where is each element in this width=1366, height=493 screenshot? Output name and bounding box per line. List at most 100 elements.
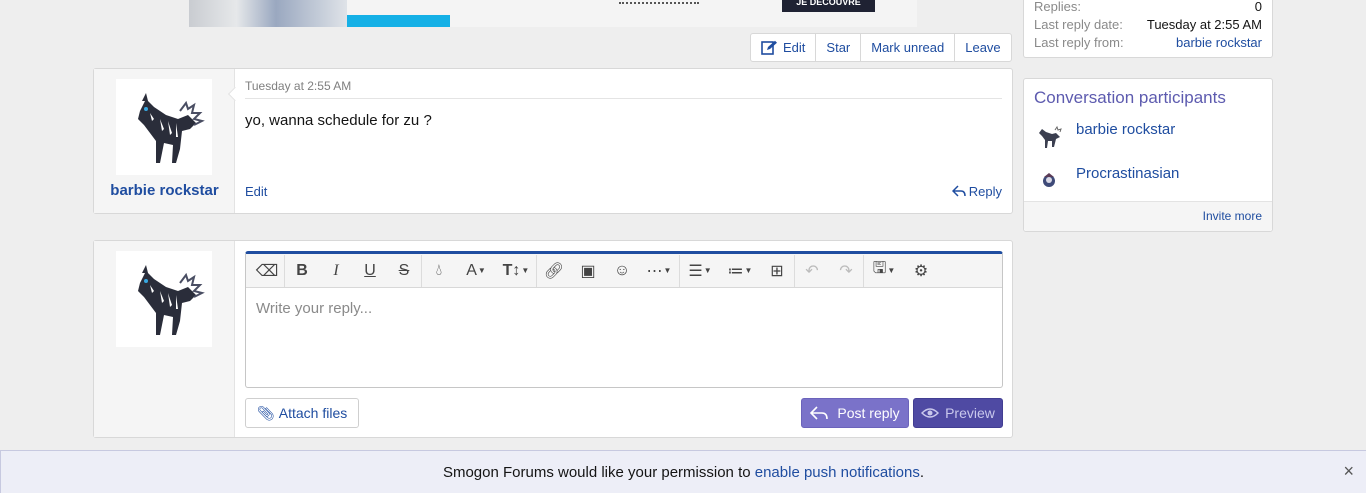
insert-link-button[interactable]: 🔗︎	[537, 255, 571, 287]
underline-button[interactable]: U	[353, 255, 387, 287]
ad-accent-bar	[347, 15, 450, 27]
eye-icon	[921, 408, 940, 418]
invite-more-link[interactable]: Invite more	[1203, 209, 1262, 223]
info-row-last-reply-date: Last reply date: Tuesday at 2:55 AM	[1034, 18, 1262, 36]
text-height-icon: T↕	[502, 261, 521, 279]
post-reply-label: Post reply	[837, 405, 900, 421]
mark-unread-label: Mark unread	[871, 40, 945, 55]
last-reply-user-link[interactable]: barbie rockstar	[1176, 36, 1262, 54]
reply-icon	[810, 405, 829, 420]
ad-text-fragment	[619, 0, 699, 4]
participants-title: Conversation participants	[1034, 88, 1226, 107]
conversation-participants-box: Conversation participants barbie rocksta…	[1023, 78, 1273, 232]
redo-button[interactable]: ↷	[829, 255, 863, 287]
preview-label: Preview	[945, 405, 995, 421]
insert-table-button[interactable]: ⊞	[760, 255, 794, 287]
droplet-icon: 💧︎	[435, 261, 443, 279]
conversation-action-bar: Edit Star Mark unread Leave	[750, 33, 1012, 62]
editor-settings-button[interactable]: ⚙	[904, 255, 938, 287]
zebstrika-avatar-icon	[138, 93, 205, 163]
align-left-icon: ☰	[688, 262, 703, 280]
attach-files-label: Attach files	[278, 405, 348, 421]
redo-icon: ↷	[839, 262, 853, 280]
advertisement-banner[interactable]: JE DÉCOUVRE	[189, 0, 917, 27]
edit-conversation-button[interactable]: Edit	[751, 34, 815, 61]
message-reply-link[interactable]: Reply	[951, 184, 1002, 199]
close-icon[interactable]: ×	[1343, 461, 1354, 482]
message-edit-link[interactable]: Edit	[245, 184, 267, 199]
ad-cta-button[interactable]: JE DÉCOUVRE	[782, 0, 875, 12]
current-user-avatar[interactable]	[116, 251, 212, 347]
editor-toolbar: ⌫ B I U S 💧︎ A ▼ T↕ ▼ 🔗︎ ▣ ☺ ⋯ ▼ ☰ ▼ ≔ ▼ ⊞	[246, 254, 1002, 288]
undo-button[interactable]: ↶	[795, 255, 829, 287]
message-post: barbie rockstar Tuesday at 2:55 AM yo, w…	[93, 68, 1013, 214]
italic-icon: I	[333, 261, 339, 279]
message-footer: Edit Reply	[245, 184, 1002, 199]
attach-files-button[interactable]: 📎︎ Attach files	[245, 398, 360, 428]
reply-user-cell	[94, 241, 235, 437]
chevron-down-icon: ▼	[744, 266, 753, 275]
strikethrough-icon: S	[398, 261, 410, 279]
list-button[interactable]: ≔ ▼	[720, 255, 760, 287]
drafts-button[interactable]: 🖫︎ ▼	[864, 255, 904, 287]
list-icon: ≔	[727, 262, 744, 280]
push-notification-notice: Smogon Forums would like your permission…	[0, 450, 1366, 493]
leave-label: Leave	[965, 40, 1001, 55]
reply-body: ⌫ B I U S 💧︎ A ▼ T↕ ▼ 🔗︎ ▣ ☺ ⋯ ▼ ☰ ▼ ≔ ▼ ⊞	[235, 241, 1012, 437]
post-reply-button[interactable]: Post reply	[801, 398, 909, 428]
insert-smilie-button[interactable]: ☺	[605, 255, 639, 287]
eraser-icon: ⌫	[255, 262, 279, 280]
participant-name-link[interactable]: barbie rockstar	[1076, 121, 1175, 138]
chevron-down-icon: ▼	[521, 266, 530, 275]
image-icon: ▣	[580, 262, 596, 280]
mark-unread-button[interactable]: Mark unread	[860, 34, 954, 61]
message-body: Tuesday at 2:55 AM yo, wanna schedule fo…	[235, 69, 1012, 213]
star-button[interactable]: Star	[815, 34, 860, 61]
info-value: Tuesday at 2:55 AM	[1146, 17, 1262, 32]
participant-item[interactable]: barbie rockstar	[1034, 121, 1175, 151]
more-insert-button[interactable]: ⋯ ▼	[639, 255, 679, 287]
info-row-last-reply-from: Last reply from: barbie rockstar	[1034, 36, 1262, 54]
leave-button[interactable]: Leave	[954, 34, 1010, 61]
align-button[interactable]: ☰ ▼	[680, 255, 720, 287]
message-content: yo, wanna schedule for zu ?	[245, 112, 432, 129]
zebstrika-avatar-icon	[138, 265, 205, 335]
participants-footer: Invite more	[1024, 201, 1272, 231]
reply-textarea[interactable]: Write your reply...	[246, 288, 1002, 329]
strikethrough-button[interactable]: S	[387, 255, 421, 287]
reply-icon	[951, 185, 966, 197]
font-family-button[interactable]: A ▼	[456, 255, 496, 287]
link-icon: 🔗︎	[543, 262, 565, 280]
more-icon: ⋯	[646, 262, 663, 280]
chevron-down-icon: ▼	[887, 266, 896, 275]
message-date[interactable]: Tuesday at 2:55 AM	[245, 79, 1002, 99]
participant-name-link[interactable]: Procrastinasian	[1076, 165, 1179, 182]
text-color-button[interactable]: 💧︎	[422, 255, 456, 287]
username-link[interactable]: barbie rockstar	[94, 182, 235, 199]
ad-photo	[189, 0, 347, 27]
bold-button[interactable]: B	[285, 255, 319, 287]
avatar[interactable]	[116, 79, 212, 175]
info-row-replies: Replies: 0	[1034, 0, 1262, 18]
reply-label: Reply	[968, 184, 1002, 199]
participant-avatar[interactable]	[1034, 165, 1064, 195]
participant-item[interactable]: Procrastinasian	[1034, 165, 1179, 195]
chevron-down-icon: ▼	[703, 266, 712, 275]
info-label: Last reply date:	[1034, 17, 1123, 32]
info-label: Replies:	[1034, 0, 1081, 14]
participant-avatar[interactable]	[1034, 121, 1064, 151]
paperclip-icon: 📎︎	[257, 404, 275, 421]
enable-push-link[interactable]: enable push notifications	[755, 464, 920, 481]
notice-text: Smogon Forums would like your permission…	[442, 463, 751, 481]
italic-button[interactable]: I	[319, 255, 353, 287]
clear-formatting-button[interactable]: ⌫	[250, 255, 284, 287]
quick-reply-block: ⌫ B I U S 💧︎ A ▼ T↕ ▼ 🔗︎ ▣ ☺ ⋯ ▼ ☰ ▼ ≔ ▼ ⊞	[93, 240, 1013, 438]
gear-icon: ⚙	[913, 262, 929, 280]
underline-icon: U	[364, 261, 376, 279]
bold-icon: B	[296, 261, 308, 279]
smile-icon: ☺	[613, 261, 631, 279]
font-size-button[interactable]: T↕ ▼	[496, 255, 536, 287]
preview-button[interactable]: Preview	[913, 398, 1003, 428]
insert-image-button[interactable]: ▣	[571, 255, 605, 287]
chevron-down-icon: ▼	[477, 266, 486, 275]
